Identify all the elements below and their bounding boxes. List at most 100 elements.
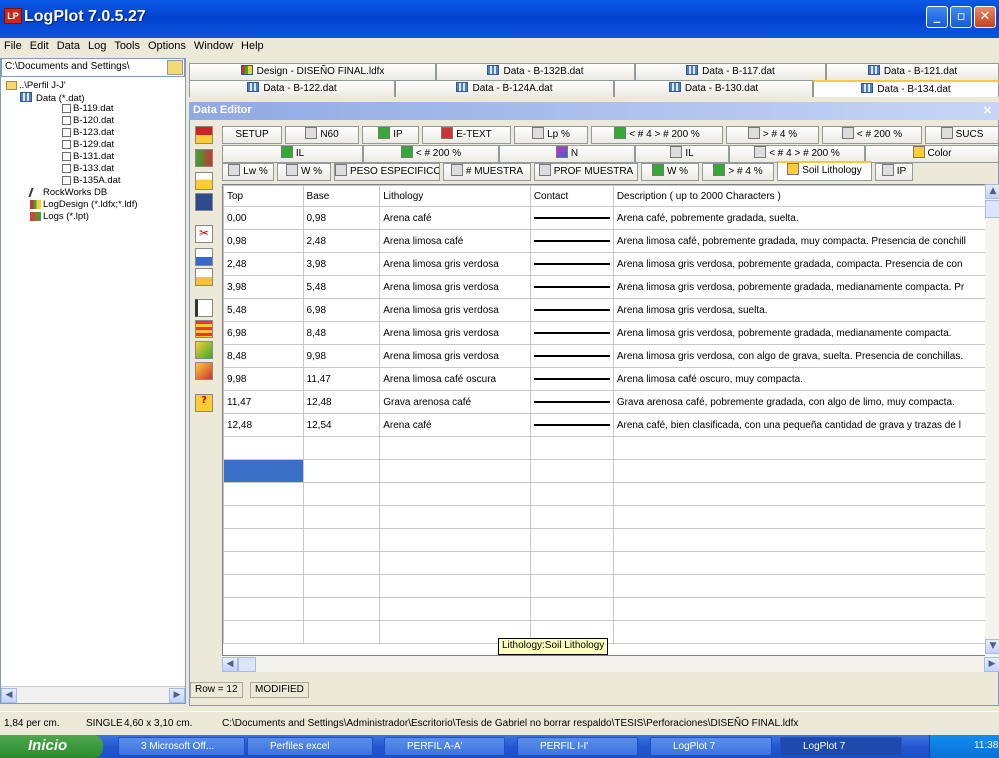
- tab-il[interactable]: IL: [222, 145, 363, 163]
- table-row[interactable]: [223, 436, 986, 460]
- table-cell[interactable]: 3,98: [302, 252, 381, 276]
- table-cell[interactable]: 0,00: [223, 206, 304, 230]
- open-icon[interactable]: [195, 172, 213, 190]
- tab-ip-b[interactable]: IP: [875, 163, 913, 181]
- scroll-thumb[interactable]: [238, 657, 256, 672]
- scroll-thumb[interactable]: [985, 200, 999, 218]
- tab-peso[interactable]: PESO ESPECIFICO: [334, 163, 440, 181]
- table-row[interactable]: 8,48 9,98 Arena limosa gris verdosa Arena l…: [223, 344, 986, 368]
- menu-log[interactable]: Log: [84, 38, 110, 54]
- setup-tool-icon[interactable]: [195, 126, 213, 144]
- scroll-down-icon[interactable]: ▼: [985, 639, 999, 654]
- table-cell[interactable]: [529, 321, 614, 345]
- pattern-icon[interactable]: [195, 320, 213, 338]
- table-row[interactable]: 11,47 12,48 Grava arenosa café Grava arenos…: [223, 390, 986, 414]
- table-row[interactable]: 3,98 5,48 Arena limosa gris verdosa Arena l…: [223, 275, 986, 299]
- lightning-alt-icon[interactable]: [195, 362, 213, 380]
- table-cell[interactable]: [223, 482, 304, 506]
- table-cell[interactable]: [379, 482, 531, 506]
- table-cell[interactable]: [379, 574, 531, 598]
- tree-scrollbar[interactable]: ◀ ▶: [1, 686, 185, 703]
- table-cell[interactable]: Arena limosa gris verdosa: [379, 298, 531, 322]
- table-cell[interactable]: [302, 551, 381, 575]
- tree-logs[interactable]: Logs (*.lpt): [30, 211, 138, 222]
- table-cell[interactable]: [529, 229, 614, 253]
- grid-vertical-scrollbar[interactable]: ▲ ▼: [985, 184, 999, 656]
- table-cell[interactable]: [612, 505, 986, 529]
- table-cell[interactable]: [302, 436, 381, 460]
- table-cell[interactable]: Arena limosa gris verdosa, pobremente gr…: [612, 275, 986, 299]
- save-icon[interactable]: [195, 193, 213, 211]
- table-cell[interactable]: 11,47: [223, 390, 304, 414]
- tab-n60[interactable]: N60: [285, 126, 359, 144]
- table-cell[interactable]: [223, 620, 304, 644]
- table-cell[interactable]: 3,98: [223, 275, 304, 299]
- tab-data-active[interactable]: Data - B-134.dat: [813, 80, 999, 97]
- table-cell[interactable]: [529, 298, 614, 322]
- tree-root[interactable]: ..\Perfil J-J': [6, 80, 138, 91]
- table-cell[interactable]: Arena limosa café: [379, 229, 531, 253]
- table-cell[interactable]: [379, 597, 531, 621]
- table-cell[interactable]: 8,48: [302, 321, 381, 345]
- import-icon[interactable]: [195, 248, 213, 266]
- tab-muestra[interactable]: # MUESTRA: [443, 163, 531, 181]
- tab-ip[interactable]: IP: [362, 126, 419, 144]
- table-cell[interactable]: [379, 436, 531, 460]
- table-cell[interactable]: Arena limosa café oscura: [379, 367, 531, 391]
- taskbar-item[interactable]: LogPlot 7: [650, 737, 772, 756]
- folder-browse-icon[interactable]: [167, 60, 183, 75]
- help-icon[interactable]: ?: [195, 394, 213, 412]
- tree-file[interactable]: B-123.dat: [62, 127, 138, 138]
- table-cell[interactable]: 6,98: [302, 298, 381, 322]
- menu-data[interactable]: Data: [53, 38, 84, 54]
- menu-tools[interactable]: Tools: [110, 38, 144, 54]
- file-checkbox[interactable]: [62, 103, 71, 113]
- table-cell[interactable]: [612, 436, 986, 460]
- scroll-left-icon[interactable]: ◀: [222, 657, 238, 672]
- table-cell[interactable]: 0,98: [223, 229, 304, 253]
- tree-file[interactable]: B-129.dat: [62, 139, 138, 150]
- table-cell[interactable]: [529, 551, 614, 575]
- table-cell[interactable]: 2,48: [302, 229, 381, 253]
- table-cell[interactable]: [302, 482, 381, 506]
- table-cell[interactable]: Arena café, bien clasificada, con una pe…: [612, 413, 986, 437]
- table-row[interactable]: 2,48 3,98 Arena limosa gris verdosa Arena l…: [223, 252, 986, 276]
- menu-edit[interactable]: Edit: [26, 38, 53, 54]
- table-row[interactable]: 0,98 2,48 Arena limosa café Arena limosa ca…: [223, 229, 986, 253]
- tab-gt4-b[interactable]: > # 4 %: [702, 163, 774, 181]
- taskbar-item[interactable]: 3 Microsoft Off...: [118, 737, 245, 756]
- table-cell[interactable]: Arena limosa gris verdosa, pobremente gr…: [612, 321, 986, 345]
- table-cell[interactable]: [302, 528, 381, 552]
- file-checkbox[interactable]: [62, 163, 71, 173]
- tree-rockworks[interactable]: RockWorks DB: [28, 187, 138, 198]
- column-header[interactable]: Contact: [529, 185, 614, 207]
- table-cell[interactable]: [379, 528, 531, 552]
- tab-w-b[interactable]: W %: [641, 163, 699, 181]
- table-cell[interactable]: Arena limosa gris verdosa, con algo de g…: [612, 344, 986, 368]
- table-cell[interactable]: [529, 275, 614, 299]
- tab-n[interactable]: N: [499, 145, 635, 163]
- table-cell[interactable]: Arena café, pobremente gradada, suelta.: [612, 206, 986, 230]
- tab-lt200[interactable]: < # 200 %: [822, 126, 922, 144]
- export-icon[interactable]: [195, 268, 213, 286]
- tab-sucs[interactable]: SUCS: [925, 126, 999, 144]
- table-cell[interactable]: [529, 390, 614, 414]
- table-row[interactable]: 5,48 6,98 Arena limosa gris verdosa Arena l…: [223, 298, 986, 322]
- table-row[interactable]: 0,00 0,98 Arena café Arena café, pobremente…: [223, 206, 986, 230]
- tree-file[interactable]: B-131.dat: [62, 151, 138, 162]
- table-cell[interactable]: 9,98: [302, 344, 381, 368]
- table-cell[interactable]: [379, 459, 531, 483]
- table-cell[interactable]: [612, 597, 986, 621]
- tab-prof-muestra[interactable]: PROF MUESTRA: [534, 163, 638, 181]
- column-header[interactable]: Top: [223, 185, 304, 207]
- tab-data[interactable]: Data - B-122.dat: [189, 80, 395, 97]
- tab-soil-lithology[interactable]: Soil Lithology: [777, 161, 872, 181]
- tab-data[interactable]: Data - B-121.dat: [826, 63, 999, 80]
- table-row[interactable]: 12,48 12,54 Arena café Arena café, bien cla…: [223, 413, 986, 437]
- scroll-right-icon[interactable]: ▶: [984, 657, 999, 672]
- tab-gt4[interactable]: > # 4 %: [726, 126, 819, 144]
- file-checkbox[interactable]: [62, 151, 71, 161]
- table-cell[interactable]: Arena limosa gris verdosa: [379, 344, 531, 368]
- table-cell[interactable]: 5,48: [302, 275, 381, 299]
- tab-color[interactable]: Color: [865, 145, 999, 163]
